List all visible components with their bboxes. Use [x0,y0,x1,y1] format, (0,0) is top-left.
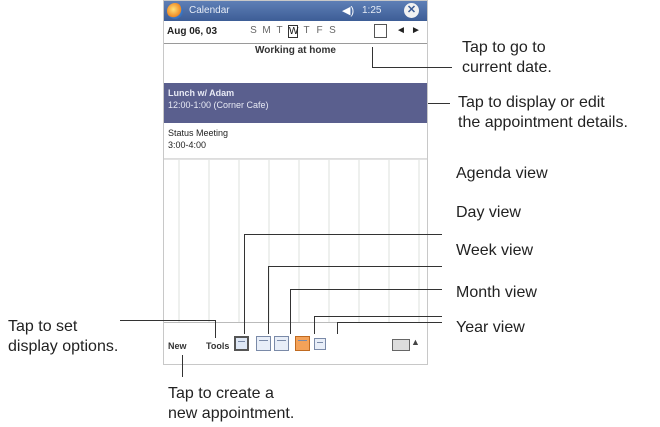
callout-line [244,234,442,235]
week-day-strip: S M T W T F S [249,25,337,38]
day-button[interactable]: F [315,25,324,38]
callout-line-1: Tap to go to [462,39,546,56]
date-navigation-bar: Aug 06, 03 S M T W T F S ◄ ► [164,21,427,44]
callout-display-options: Tap to set display options. [8,317,118,357]
empty-day-grid[interactable] [164,159,427,323]
callout-line [337,322,338,334]
year-view-icon[interactable] [314,338,326,350]
callout-line [372,67,452,68]
appointment-title: Status Meeting [168,128,229,138]
current-date-label[interactable]: Aug 06, 03 [167,26,217,37]
callout-line [314,316,315,334]
close-button[interactable]: ✕ [404,3,419,18]
callout-line [182,355,183,377]
command-bar: New Tools ▲ [164,322,427,364]
go-to-today-icon[interactable] [374,24,387,38]
day-button[interactable]: S [328,25,337,38]
callout-line [120,320,215,321]
day-button-selected[interactable]: W [288,25,298,38]
callout-line-2: display options. [8,338,119,355]
all-day-event[interactable]: Working at home [164,43,427,61]
day-button[interactable]: S [249,25,258,38]
callout-line [215,320,216,338]
new-menu[interactable]: New [168,341,187,351]
day-view-icon[interactable] [256,336,271,351]
callout-line [428,103,450,104]
app-title: Calendar [189,5,230,16]
callout-line-1: Tap to display or edit [458,94,605,111]
calendar-screen: Calendar ◀) 1:25 ✕ Aug 06, 03 S M T W T … [163,0,428,365]
callout-line [290,289,291,334]
appointment-detail: 3:00-4:00 [168,140,207,150]
callout-line [290,289,442,290]
callout-line-2: the appointment details. [458,114,628,131]
input-selector-arrow-icon[interactable]: ▲ [411,337,420,347]
appointment-detail: 12:00-1:00 (Corner Cafe) [168,100,269,110]
agenda-view-icon[interactable] [234,336,249,351]
appointment-title: Lunch w/ Adam [168,88,235,98]
day-button[interactable]: T [275,25,284,38]
callout-current-date: Tap to go to current date. [462,38,552,78]
start-menu-icon[interactable] [167,3,183,19]
callout-line [268,266,442,267]
month-view-icon[interactable] [295,336,310,351]
callout-appointment-details: Tap to display or edit the appointment d… [458,93,628,133]
callout-year-view: Year view [456,319,525,336]
clock[interactable]: 1:25 [362,5,381,16]
callout-line-2: new appointment. [168,405,295,422]
callout-new-appointment: Tap to create a new appointment. [168,384,294,424]
callout-agenda-view: Agenda view [456,165,548,182]
callout-week-view: Week view [456,242,534,259]
appointment[interactable]: Status Meeting 3:00-4:00 [164,123,427,159]
title-bar: Calendar ◀) 1:25 ✕ [164,1,427,21]
callout-line [244,234,245,334]
callout-line-2: current date. [462,59,552,76]
time-slot[interactable] [164,60,427,83]
callout-line [337,322,442,323]
previous-arrow-icon[interactable]: ◄ [396,25,406,36]
callout-line-1: Tap to create a [168,385,274,402]
callout-line [314,316,442,317]
keyboard-icon[interactable] [392,339,410,351]
day-button[interactable]: M [262,25,271,38]
next-arrow-icon[interactable]: ► [411,25,421,36]
callout-line [268,266,269,334]
week-view-icon[interactable] [274,336,289,351]
callout-line [372,47,373,67]
callout-day-view: Day view [456,204,521,221]
tools-menu[interactable]: Tools [206,341,229,351]
callout-line-1: Tap to set [8,318,78,335]
appointment-selected[interactable]: Lunch w/ Adam 12:00-1:00 (Corner Cafe) [164,83,427,123]
callout-month-view: Month view [456,284,537,301]
day-button[interactable]: T [302,25,311,38]
speaker-icon[interactable]: ◀) [342,4,354,17]
